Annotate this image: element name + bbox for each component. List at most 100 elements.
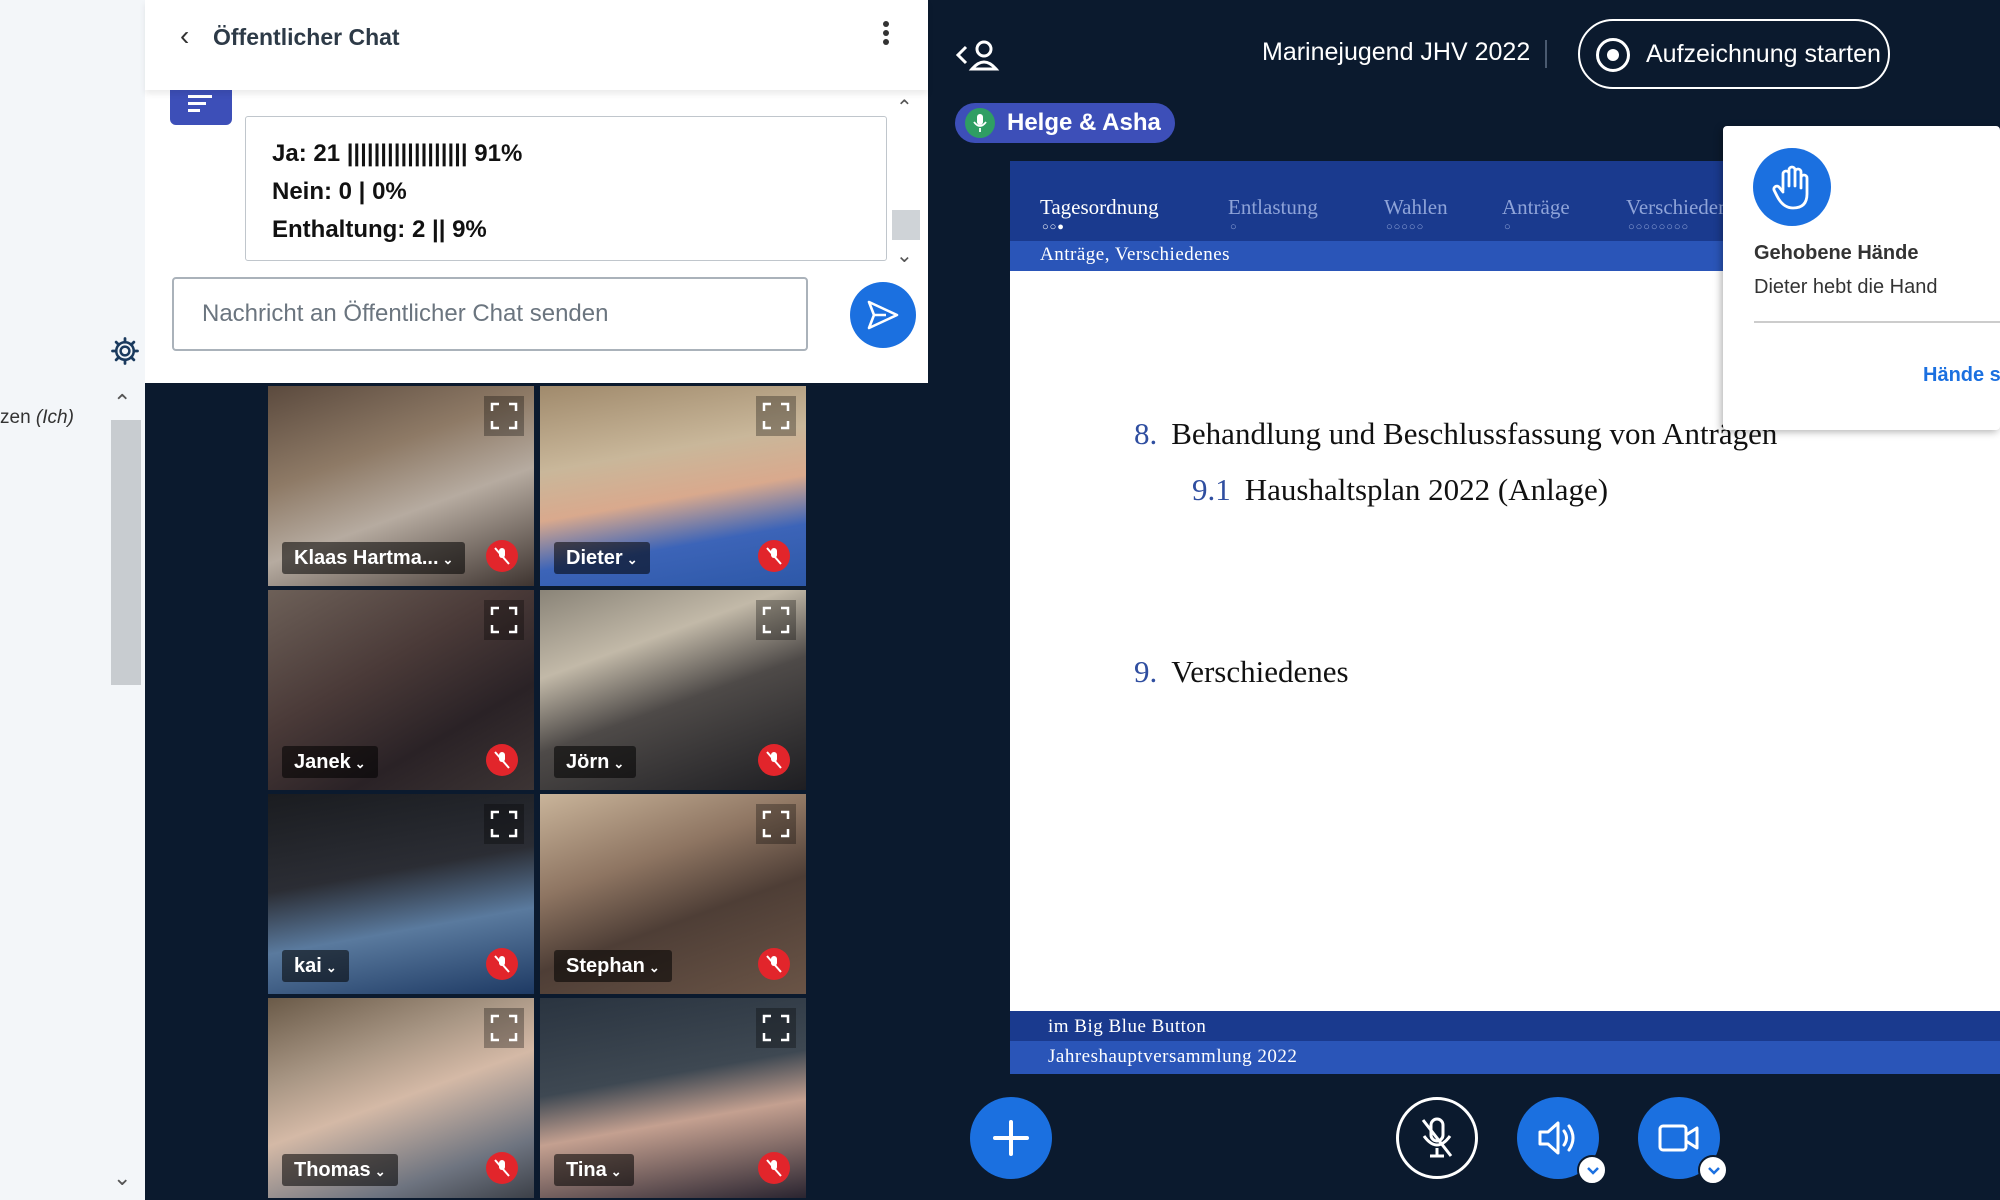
slide-footer-top: im Big Blue Button [1010,1011,2000,1041]
video-options-caret[interactable] [1698,1155,1728,1185]
webcam-user-name[interactable]: kai ⌄ [282,950,349,982]
fullscreen-icon[interactable] [484,1008,524,1048]
current-user-suffix: (Ich) [35,407,74,428]
slide-nav-item: Wahlen [1384,195,1448,219]
slide-nav-dots: ○ [1504,221,1512,233]
webcam-tile[interactable]: Klaas Hartma... ⌄ [268,386,534,586]
poll-result-no: Nein: 0 | 0% [272,178,407,205]
chat-scrollbar[interactable]: ⌃ ⌄ [890,95,922,270]
muted-mic-icon [486,948,518,980]
video-camera-icon [1658,1124,1699,1152]
fullscreen-icon[interactable] [484,600,524,640]
more-options-icon[interactable] [880,18,892,48]
webcam-user-name[interactable]: Stephan ⌄ [554,950,672,982]
webcam-grid: Klaas Hartma... ⌄ Dieter ⌄ Janek ⌄ Jörn ⌄ ka… [268,386,808,1200]
user-list-panel: zen (Ich) ⌃ ⌄ [0,0,145,1200]
slide-footer-text: Jahreshauptversammlung 2022 [1048,1046,1298,1067]
slide-nav-item: Anträge [1502,195,1570,219]
speaker-icon [1538,1121,1575,1155]
webcam-user-name[interactable]: Janek ⌄ [282,746,378,778]
agenda-item-number: 8. [1134,416,1158,451]
muted-mic-icon [758,1152,790,1184]
slide-footer-bottom: Jahreshauptversammlung 2022 [1010,1041,2000,1074]
muted-mic-icon [758,744,790,776]
slide-footer-text: im Big Blue Button [1048,1016,1207,1037]
muted-mic-icon [1421,1117,1453,1158]
raised-hands-title: Gehobene Hände [1754,242,1919,264]
chevron-down-icon[interactable]: ⌄ [896,243,913,268]
lower-hands-button[interactable]: Hände s [1923,364,2000,387]
chat-message-input[interactable] [172,277,808,351]
poll-result-yes: Ja: 21 |||||||||||||||||| 91% [272,140,523,167]
agenda-item-text: Verschiedenes [1171,654,1349,689]
poll-results-message: Ja: 21 |||||||||||||||||| 91% Nein: 0 | … [245,116,887,261]
fullscreen-icon[interactable] [756,396,796,436]
send-message-button[interactable] [850,282,916,348]
unmute-button[interactable] [1396,1097,1478,1179]
fullscreen-icon[interactable] [756,600,796,640]
chevron-left-icon[interactable]: ‹ [180,20,189,52]
agenda-item: 9.1 Haushaltsplan 2022 (Anlage) [1192,472,1608,508]
start-recording-button[interactable]: Aufzeichnung starten [1578,19,1890,89]
webcam-tile[interactable]: Jörn ⌄ [540,590,806,790]
chat-header: ‹ Öffentlicher Chat [145,0,928,90]
gear-icon[interactable] [110,336,140,366]
agenda-item-number: 9. [1134,654,1158,689]
raised-hands-notification: Gehobene Hände Dieter hebt die Hand Händ… [1723,126,2000,430]
webcam-tile[interactable]: Stephan ⌄ [540,794,806,994]
agenda-item-text: Haushaltsplan 2022 (Anlage) [1244,472,1609,507]
video-button[interactable] [1638,1097,1728,1185]
current-user-entry[interactable]: zen (Ich) [0,407,74,429]
user-list-scrollbar-thumb[interactable] [111,420,141,685]
fullscreen-icon[interactable] [484,804,524,844]
slide-nav-dots: ○○○○○ [1386,221,1425,233]
top-navbar: Marinejugend JHV 2022 Aufzeichnung start… [928,0,2000,105]
agenda-item: 9. Verschiedenes [1134,654,1349,690]
fullscreen-icon[interactable] [484,396,524,436]
webcam-user-name[interactable]: Thomas ⌄ [282,1154,398,1186]
slide-nav-item: Tagesordnung [1040,195,1159,219]
user-list-scroll-up[interactable]: ⌃ [113,390,131,416]
chat-scrollbar-thumb[interactable] [892,210,920,240]
slide-nav-item: Entlastung [1228,195,1318,219]
raised-hands-message: Dieter hebt die Hand [1754,276,1938,298]
record-label: Aufzeichnung starten [1646,40,1881,68]
fullscreen-icon[interactable] [756,804,796,844]
plus-icon [993,1120,1029,1156]
agenda-item-number: 9.1 [1192,472,1231,507]
chat-title[interactable]: Öffentlicher Chat [213,24,400,51]
webcam-user-name[interactable]: Klaas Hartma... ⌄ [282,542,466,574]
muted-mic-icon [486,744,518,776]
webcam-user-name[interactable]: Dieter ⌄ [554,542,650,574]
user-list-scroll-down[interactable]: ⌄ [113,1165,131,1191]
webcam-tile[interactable]: Tina ⌄ [540,998,806,1198]
muted-mic-icon [758,540,790,572]
slide-nav-dots: ○ [1230,221,1238,233]
slide-nav-dots: ○○○○○○○○ [1628,221,1690,233]
audio-button[interactable] [1517,1097,1607,1185]
actions-button[interactable] [970,1097,1052,1179]
chevron-up-icon[interactable]: ⌃ [896,95,913,120]
webcam-tile[interactable]: Thomas ⌄ [268,998,534,1198]
agenda-item-text: Behandlung und Beschlussfassung von Antr… [1171,416,1778,451]
talking-indicator[interactable]: Helge & Asha [955,103,1175,143]
fullscreen-icon[interactable] [756,1008,796,1048]
muted-mic-icon [758,948,790,980]
muted-mic-icon [486,540,518,572]
webcam-user-name[interactable]: Jörn ⌄ [554,746,637,778]
muted-mic-icon [486,1152,518,1184]
agenda-item: 8. Behandlung und Beschlussfassung von An… [1134,416,1777,452]
talking-users-label: Helge & Asha [1007,109,1161,136]
meeting-title: Marinejugend JHV 2022 [1262,38,1531,66]
webcam-tile[interactable]: Dieter ⌄ [540,386,806,586]
webcam-tile[interactable]: Janek ⌄ [268,590,534,790]
slide-nav-dots: ○○● [1042,221,1065,233]
audio-options-caret[interactable] [1577,1155,1607,1185]
toggle-user-list-button[interactable] [954,35,1002,75]
public-chat-panel: ‹ Öffentlicher Chat Ja: 21 |||||||||||||… [145,0,928,383]
divider [1754,321,2000,323]
webcam-user-name[interactable]: Tina ⌄ [554,1154,634,1186]
webcam-tile[interactable]: kai ⌄ [268,794,534,994]
chevron-down-icon [1708,1167,1720,1175]
poll-result-abstain: Enthaltung: 2 || 9% [272,216,487,243]
